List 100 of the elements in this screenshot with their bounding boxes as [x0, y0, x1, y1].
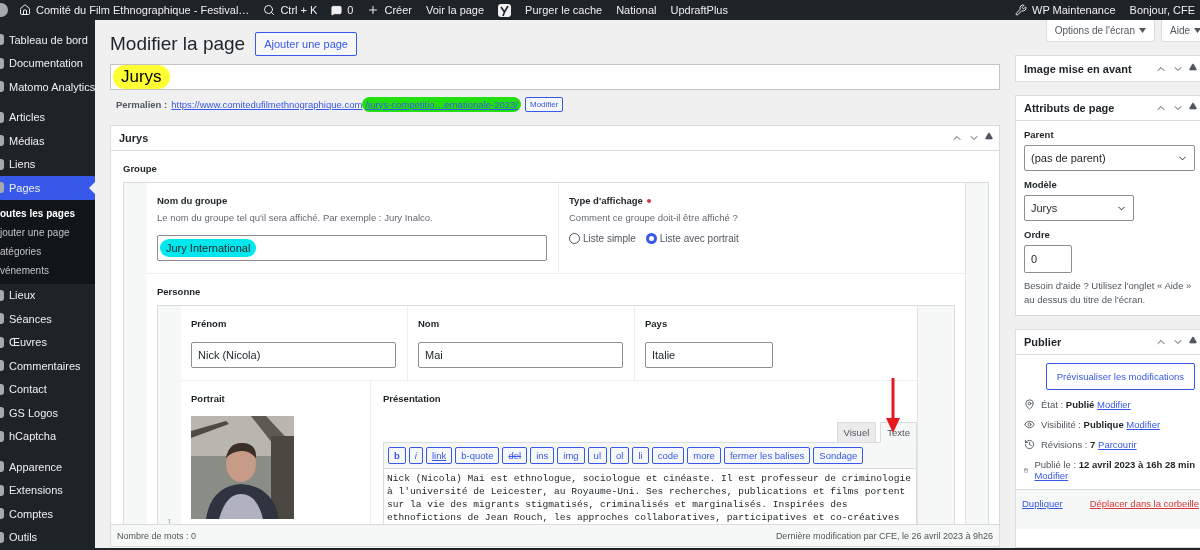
panel-title: Publier	[1024, 336, 1062, 348]
quicktag-button[interactable]: more	[687, 447, 721, 464]
quicktag-button[interactable]: ol	[610, 447, 630, 464]
publish-info: Visibilité : Publique Modifier	[1041, 419, 1161, 430]
create-link[interactable]: Créer	[384, 4, 412, 16]
view-page-link[interactable]: Voir la page	[426, 4, 485, 16]
sidebar-item[interactable]: Contact	[0, 377, 95, 401]
sidebar-item[interactable]: Commentaires	[0, 354, 95, 378]
sidebar-item[interactable]: Extensions	[0, 478, 95, 502]
sidebar-item[interactable]: Outils	[0, 525, 95, 548]
caret-icon	[1194, 28, 1200, 33]
radio-option[interactable]: Liste avec portrait	[645, 233, 739, 244]
field-hint: Le nom du groupe tel qu'il sera affiché. Par exemple : Jury Inalco.	[157, 212, 434, 223]
quicktag-button[interactable]: i	[408, 447, 423, 464]
publish-info: Révisions : 7 Parcourir	[1041, 439, 1137, 450]
collapse-icon[interactable]	[1189, 102, 1197, 110]
field-hint: Comment ce groupe doit-il être affiché ?	[569, 212, 739, 223]
sidebar-item[interactable]: Matomo Analytics	[0, 75, 95, 99]
person-label: Personne	[157, 286, 202, 297]
quicktag-button[interactable]: fermer les balises	[723, 447, 811, 464]
collapse-icon[interactable]	[1189, 336, 1197, 344]
trash-link[interactable]: Déplacer dans la corbeille	[1089, 498, 1199, 529]
field-label: Prénom	[191, 318, 228, 329]
field-label: Nom	[418, 318, 441, 329]
editor-tab[interactable]: Visuel	[836, 422, 877, 443]
sidebar-item[interactable]: GS Logos	[0, 401, 95, 425]
quicktag-button[interactable]: ins	[530, 447, 555, 464]
text-field[interactable]: Mai	[418, 342, 623, 368]
sidebar-item[interactable]: Apparence	[0, 448, 95, 479]
quicktag-button[interactable]: li	[632, 447, 649, 464]
modify-link[interactable]: Parcourir	[1098, 439, 1137, 450]
maintenance-link[interactable]: WP Maintenance	[1032, 4, 1116, 16]
toolbar-link[interactable]: Purger le cache	[525, 4, 603, 16]
greeting-link[interactable]: Bonjour, CFE	[1129, 4, 1195, 16]
sidebar-item[interactable]: Lieux	[0, 283, 95, 307]
order-field[interactable]: 0	[1024, 245, 1072, 273]
quicktag-button[interactable]: b	[388, 447, 406, 464]
quicktag-button[interactable]: code	[651, 447, 685, 464]
quicktag-button[interactable]: b-quote	[455, 447, 500, 464]
screen-tab[interactable]: Options de l'écran	[1045, 20, 1155, 42]
modify-link[interactable]: Modifier	[1097, 399, 1131, 410]
sidebar-item[interactable]: Tableau de bord	[0, 28, 95, 52]
logo-icon[interactable]	[0, 3, 9, 17]
sidebar-item[interactable]: Articles	[0, 98, 95, 129]
comment-count[interactable]: 0	[347, 4, 354, 16]
sidebar-item[interactable]: Médias	[0, 129, 95, 153]
sidebar-item[interactable]: Comptes	[0, 502, 95, 526]
quicktag-button[interactable]: Sondage	[813, 447, 864, 464]
row-handle[interactable]	[124, 183, 147, 524]
field-label: Pays	[645, 318, 669, 329]
sidebar-item[interactable]: Liens	[0, 152, 95, 176]
toolbar-link[interactable]: UpdraftPlus	[670, 4, 728, 16]
field-label: Modèle	[1024, 179, 1058, 190]
quicktag-button[interactable]: ul	[587, 447, 607, 464]
field-label: Type d'affichage	[569, 195, 955, 206]
site-name-link[interactable]: Comité du Film Ethnographique - Festival…	[36, 4, 250, 16]
quicktag-button[interactable]: link	[425, 447, 453, 464]
quicktag-button[interactable]: img	[557, 447, 585, 464]
group-name-field[interactable]: Jury International	[157, 235, 547, 261]
publish-info: État : Publié Modifier	[1041, 399, 1131, 410]
panel-title: Image mise en avant	[1024, 62, 1132, 75]
quicktag-button[interactable]: del	[502, 447, 528, 464]
add-page-button[interactable]: Ajouter une page	[255, 32, 357, 56]
sidebar-item[interactable]: Pages	[0, 176, 95, 200]
panel-title: Jurys	[119, 132, 149, 144]
wrench-icon	[1015, 4, 1027, 16]
plus-icon	[367, 4, 380, 16]
submenu-item[interactable]: outes les pages	[0, 203, 95, 223]
permalink-label: Permalien :	[116, 98, 168, 110]
comment-icon	[331, 4, 343, 16]
help-text: Besoin d'aide ? Utilisez l'onglet « Aide » au dessus du titre de l'écran.	[1024, 279, 1193, 307]
toolbar-link[interactable]: National	[616, 4, 657, 16]
plugin-logo-icon[interactable]	[498, 3, 512, 17]
modify-link[interactable]: Modifier	[1034, 470, 1069, 481]
submenu-item[interactable]: atégories	[0, 241, 95, 261]
collapse-icon[interactable]	[985, 132, 993, 140]
modify-link[interactable]: Modifier	[1126, 419, 1161, 430]
publish-info: Publié le : 12 avril 2023 à 16h 28 min Modifier	[1034, 459, 1195, 481]
submenu-item[interactable]: jouter une page	[0, 222, 95, 242]
sidebar-item[interactable]: Documentation	[0, 51, 95, 75]
parent-select[interactable]: (pas de parent)	[1024, 145, 1195, 171]
editor-tab[interactable]: Texte	[880, 422, 917, 443]
sidebar-item[interactable]: hCaptcha	[0, 424, 95, 448]
text-field[interactable]: Italie	[645, 342, 773, 368]
last-modified: Dernière modification par CFE, le 26 avril 2023 à 9h26	[775, 530, 993, 541]
field-label: Ordre	[1024, 229, 1051, 240]
sidebar-item[interactable]: Œuvres	[0, 330, 95, 354]
template-select[interactable]: Jurys	[1024, 195, 1134, 221]
preview-button[interactable]: Prévisualiser les modifications	[1045, 363, 1195, 390]
panel-title: Attributs de page	[1024, 102, 1115, 114]
submenu-item[interactable]: vénements	[0, 260, 95, 280]
sidebar-item[interactable]: Séances	[0, 307, 95, 331]
edit-permalink-button[interactable]: Modifier	[525, 96, 564, 112]
screen-tab[interactable]: Aide	[1161, 20, 1200, 42]
search-shortcut[interactable]: Ctrl + K	[280, 4, 318, 16]
collapse-icon[interactable]	[1189, 62, 1197, 71]
text-field[interactable]: Nick (Nicola)	[191, 342, 396, 368]
duplicate-link[interactable]: Dupliquer	[1022, 498, 1063, 529]
radio-option[interactable]: Liste simple	[569, 233, 636, 244]
title-field[interactable]: Jurys	[110, 64, 1000, 90]
